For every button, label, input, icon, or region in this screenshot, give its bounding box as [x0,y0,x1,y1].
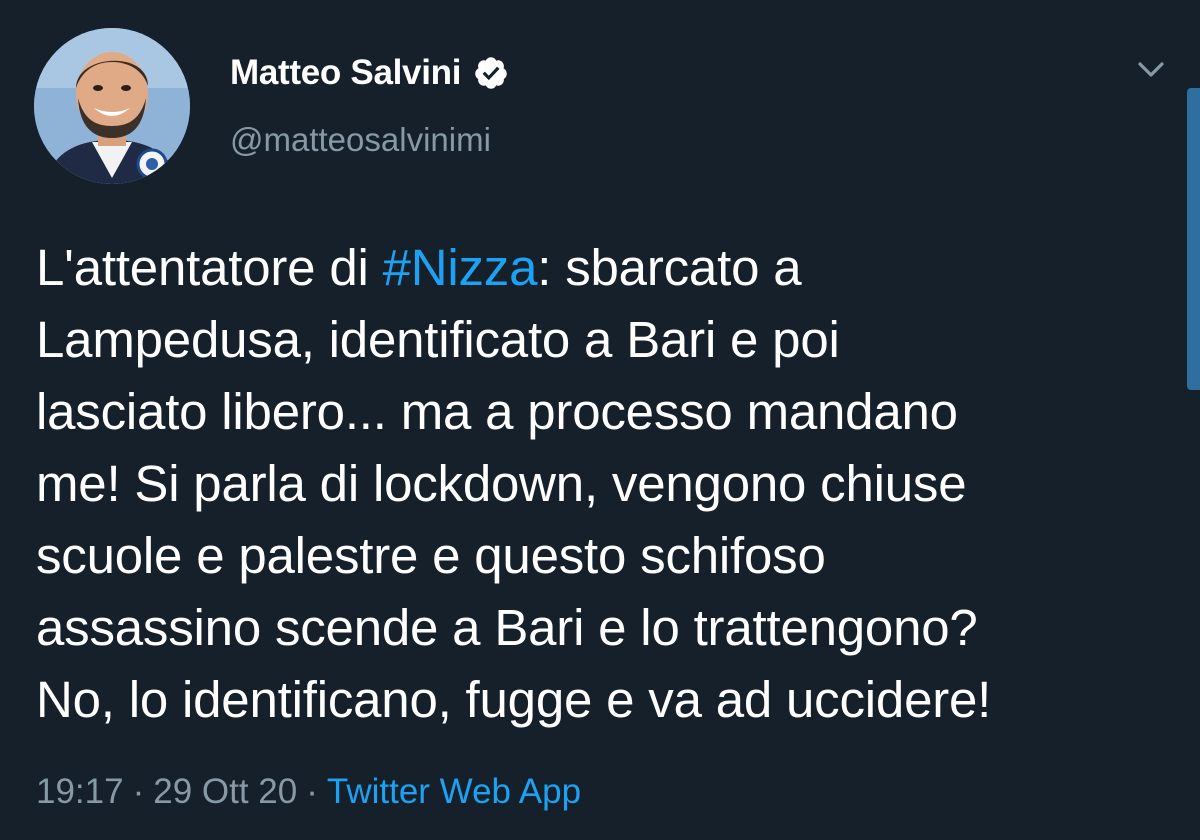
tweet-source-link[interactable]: Twitter Web App [327,772,581,812]
tweet-text-segment: L'attentatore di [36,239,383,296]
author-name-row[interactable]: Matteo Salvini [230,50,509,96]
tweet-text-line: lasciato libero... ma a processo mandano [36,383,958,440]
tweet-text: L'attentatore di #Nizza: sbarcato a Lamp… [36,232,1186,736]
tweet-text-line: assassino scende a Bari e lo trattengono… [36,599,978,656]
avatar[interactable] [34,28,190,184]
scrollbar[interactable] [1187,88,1200,390]
chevron-down-icon[interactable] [1131,52,1171,88]
tweet-text-line: Lampedusa, identificato a Bari e poi [36,311,840,368]
tweet-date[interactable]: 29 Ott 20 [153,772,297,812]
tweet-card: Matteo Salvini @matteosalvinimi L'attent… [0,0,1200,840]
tweet-text-line: me! Si parla di lockdown, vengono chiuse [36,455,967,512]
profile-photo [34,28,190,184]
tweet-text-line: L'attentatore di #Nizza: sbarcato a [36,232,1186,304]
tweet-text-line: scuole e palestre e questo schifoso [36,527,826,584]
verified-badge-icon [475,57,507,89]
hashtag-link[interactable]: #Nizza [383,239,538,296]
tweet-text-segment: : sbarcato a [537,239,802,296]
author-handle[interactable]: @matteosalvinimi [230,121,491,159]
meta-separator: · [306,772,318,811]
tweet-meta: 19:17 · 29 Ott 20 · Twitter Web App [36,772,581,812]
display-name[interactable]: Matteo Salvini [230,53,461,93]
meta-separator: · [132,772,145,811]
tweet-time[interactable]: 19:17 [36,772,124,812]
tweet-text-line: No, lo identificano, fugge e va ad uccid… [36,671,992,728]
